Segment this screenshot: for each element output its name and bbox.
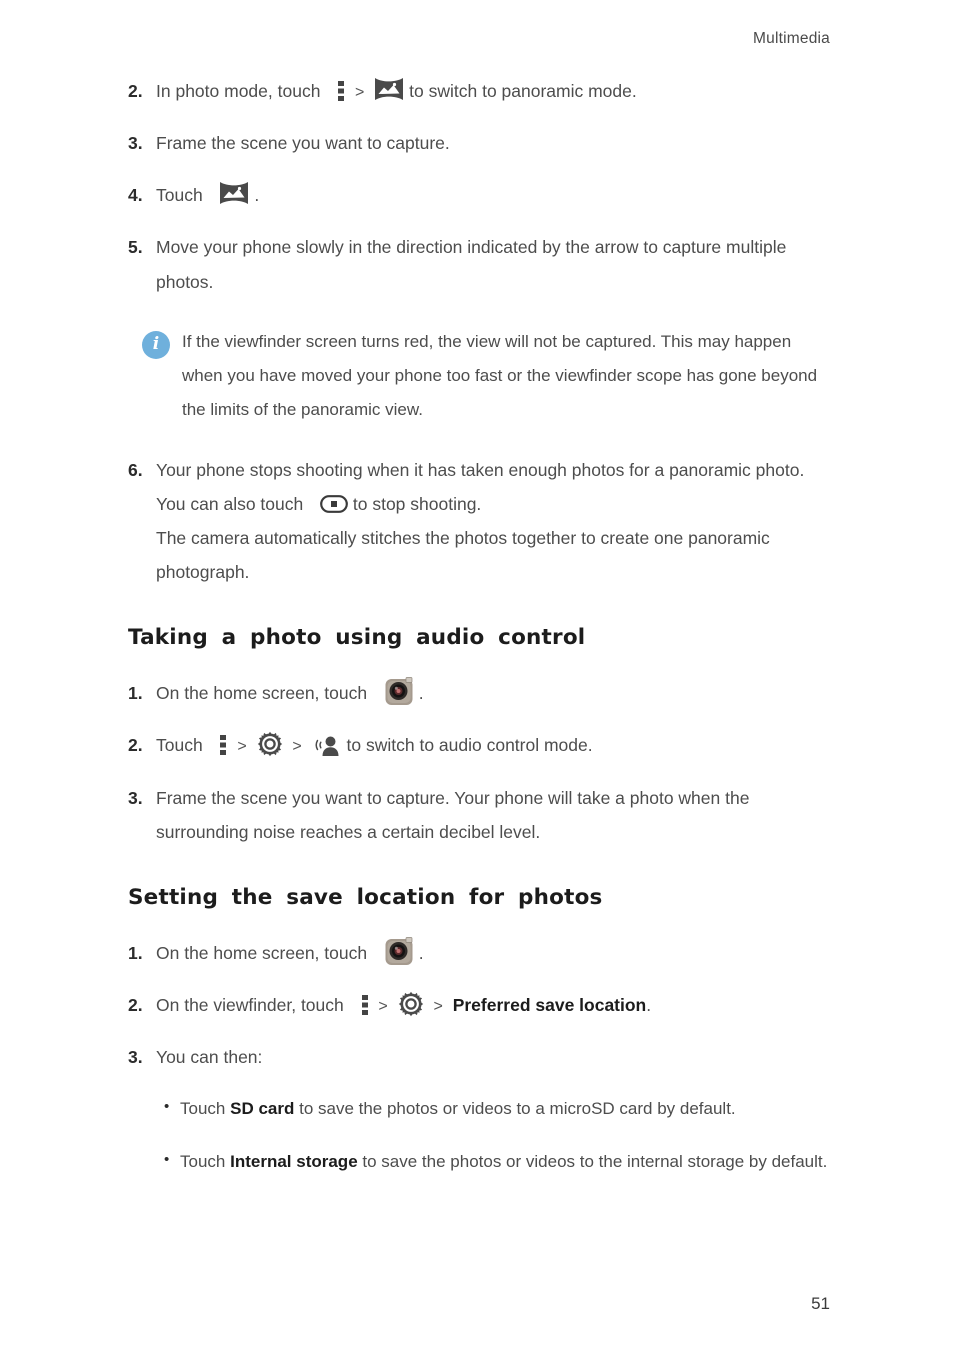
step-number: 3. bbox=[128, 133, 143, 154]
info-note-text: If the viewfinder screen turns red, the … bbox=[182, 331, 818, 419]
list-item-save-step-3: 3. You can then: bbox=[128, 1040, 834, 1074]
step-text-before: On the home screen, touch bbox=[156, 683, 368, 704]
step-text-after: to switch to audio control mode. bbox=[346, 735, 593, 756]
list-item-internal-storage: • Touch Internal storage to save the pho… bbox=[164, 1145, 834, 1178]
step-text: Frame the scene you want to capture. bbox=[156, 133, 450, 154]
step-number: 2. bbox=[128, 735, 143, 756]
step-number: 3. bbox=[128, 787, 143, 808]
list-item-audio-step-2: 2. Touch > > to switch to audio control … bbox=[128, 728, 834, 762]
bullet-text-after: to save the photos or videos to the inte… bbox=[362, 1152, 828, 1172]
audio-control-icon[interactable] bbox=[312, 733, 342, 757]
list-item-step-6: 6. Your phone stops shooting when it has… bbox=[128, 453, 834, 590]
bullet-text-after: to save the photos or videos to a microS… bbox=[299, 1099, 736, 1119]
panorama-mode-icon[interactable] bbox=[219, 181, 249, 205]
list-item-sd-card: • Touch SD card to save the photos or vi… bbox=[164, 1092, 834, 1125]
page-title-save-location: Setting the save location for photos bbox=[128, 884, 603, 910]
separator-caret: > bbox=[433, 997, 443, 1015]
list-item-audio-step-1: 1. On the home screen, touch . bbox=[128, 676, 834, 710]
step-text-after: . bbox=[418, 683, 424, 704]
step-number: 1. bbox=[128, 683, 143, 704]
camera-app-icon[interactable] bbox=[384, 936, 414, 966]
step-number: 5. bbox=[128, 237, 143, 258]
panorama-mode-icon[interactable] bbox=[374, 77, 404, 101]
bullet-text-before: Touch bbox=[180, 1152, 226, 1172]
list-item-audio-step-3: 3. Frame the scene you want to capture. … bbox=[128, 781, 834, 849]
overflow-menu-icon[interactable] bbox=[337, 79, 345, 101]
info-icon: i bbox=[142, 330, 170, 359]
step-text-before: In photo mode, touch bbox=[156, 81, 321, 101]
separator-caret: > bbox=[355, 84, 365, 101]
step-text-after: . bbox=[254, 185, 260, 206]
overflow-menu-icon[interactable] bbox=[219, 733, 227, 756]
list-item-save-step-2: 2. On the viewfinder, touch > > Preferre… bbox=[128, 988, 834, 1022]
page-title-audio-control: Taking a photo using audio control bbox=[128, 625, 586, 651]
step-line-3: The camera automatically stitches the ph… bbox=[156, 527, 770, 583]
step-number: 4. bbox=[128, 185, 143, 206]
option-internal-storage[interactable]: Internal storage bbox=[230, 1152, 358, 1171]
settings-gear-icon[interactable] bbox=[257, 731, 283, 757]
page-number: 51 bbox=[811, 1294, 830, 1313]
separator-caret: > bbox=[237, 738, 247, 756]
step-text-before: Touch bbox=[156, 735, 203, 756]
settings-gear-icon[interactable] bbox=[398, 991, 424, 1017]
step-text: You can then: bbox=[156, 1047, 263, 1068]
list-item-step-2: 2. In photo mode, touch > to switch to p… bbox=[128, 74, 834, 108]
list-item-step-5: 5. Move your phone slowly in the directi… bbox=[128, 230, 834, 298]
info-note: i If the viewfinder screen turns red, th… bbox=[138, 325, 834, 427]
step-number: 3. bbox=[128, 1047, 143, 1068]
camera-app-icon[interactable] bbox=[384, 676, 414, 706]
step-text-after: . bbox=[418, 942, 424, 963]
step-text-after: . bbox=[646, 994, 652, 1015]
overflow-menu-icon[interactable] bbox=[361, 993, 369, 1015]
step-text: Move your phone slowly in the direction … bbox=[156, 237, 787, 292]
step-text-after: to switch to panoramic mode. bbox=[409, 81, 637, 101]
step-text-before: On the viewfinder, touch bbox=[156, 994, 344, 1015]
step-line-1: Your phone stops shooting when it has ta… bbox=[156, 459, 665, 480]
list-item-step-4: 4. Touch . bbox=[128, 178, 834, 212]
step-text-before: On the home screen, touch bbox=[156, 942, 368, 963]
step-number: 2. bbox=[128, 994, 143, 1015]
bullet-marker: • bbox=[164, 1151, 170, 1169]
page-content: 2. In photo mode, touch > to switch to p… bbox=[128, 74, 834, 1198]
step-text-before: Touch bbox=[156, 185, 203, 206]
bullet-marker: • bbox=[164, 1098, 170, 1116]
option-sd-card[interactable]: SD card bbox=[230, 1099, 294, 1118]
separator-caret: > bbox=[378, 997, 388, 1015]
running-head: Multimedia bbox=[753, 30, 830, 47]
menu-item-preferred-save-location[interactable]: Preferred save location bbox=[453, 995, 647, 1015]
step-line-2-after: to stop shooting. bbox=[352, 493, 482, 514]
list-item-save-step-1: 1. On the home screen, touch . bbox=[128, 936, 834, 970]
bullet-list: • Touch SD card to save the photos or vi… bbox=[164, 1092, 834, 1178]
step-number: 6. bbox=[128, 459, 143, 480]
step-number: 1. bbox=[128, 942, 143, 963]
stop-shooting-icon[interactable] bbox=[320, 494, 348, 513]
list-item-step-3: 3. Frame the scene you want to capture. bbox=[128, 126, 834, 160]
bullet-text-before: Touch bbox=[180, 1099, 226, 1119]
separator-caret: > bbox=[292, 738, 302, 756]
step-text: Frame the scene you want to capture. You… bbox=[156, 787, 750, 842]
step-number: 2. bbox=[128, 81, 143, 101]
document-page: Multimedia 2. In photo mode, touch > to … bbox=[0, 0, 954, 1352]
